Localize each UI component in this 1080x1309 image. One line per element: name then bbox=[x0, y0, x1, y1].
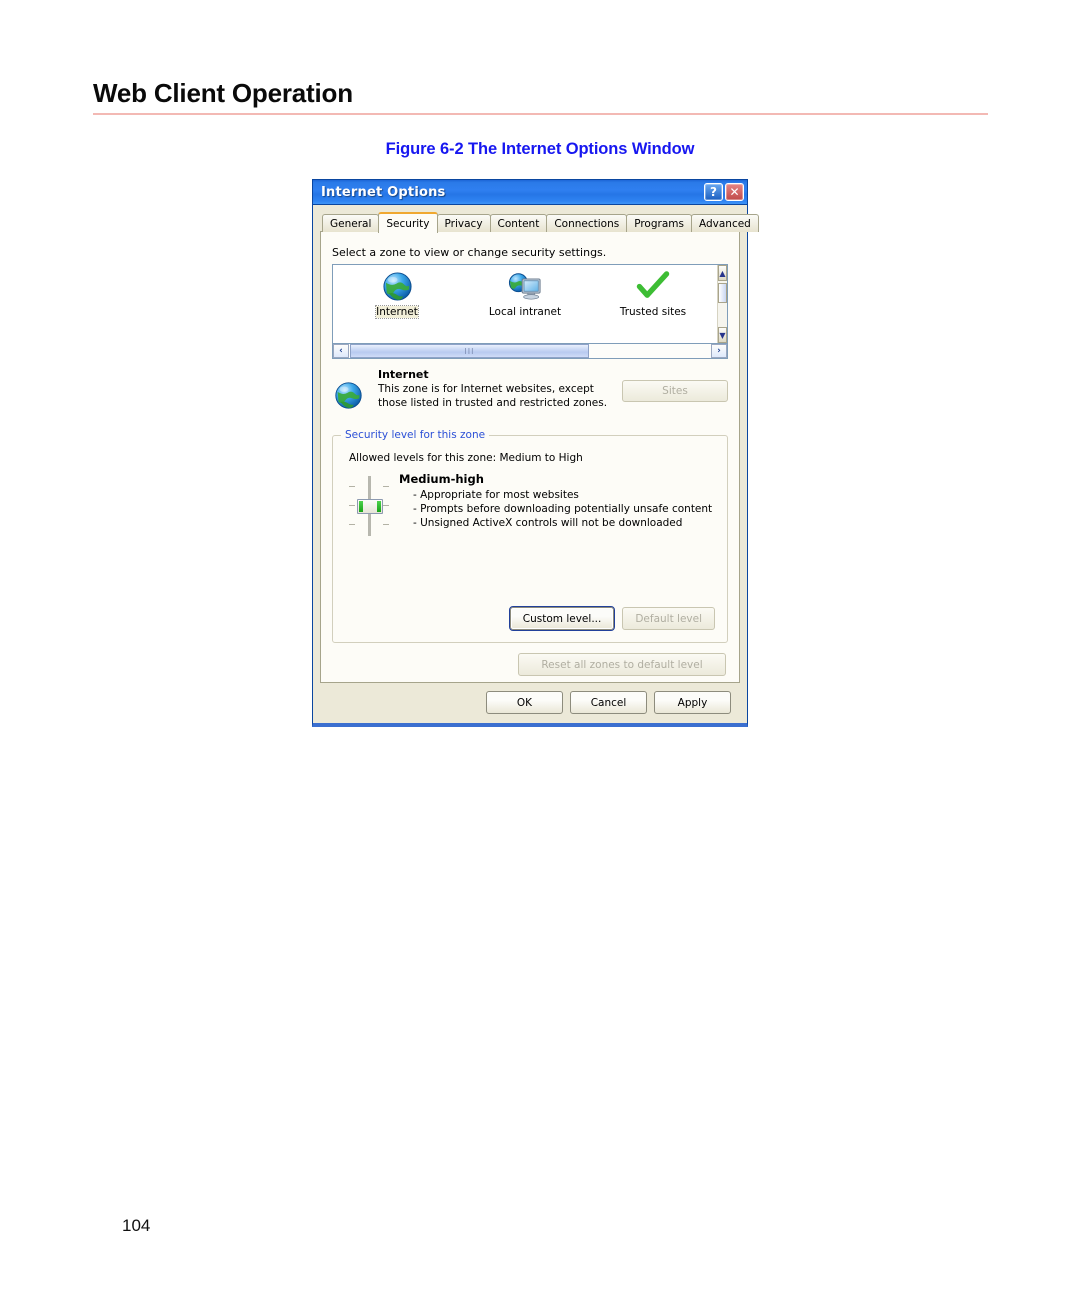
green-check-icon bbox=[636, 269, 670, 303]
tab-programs[interactable]: Programs bbox=[626, 214, 692, 232]
sites-button-label: Sites bbox=[662, 385, 688, 397]
zone-description: Internet This zone is for Internet websi… bbox=[332, 367, 728, 413]
tab-advanced[interactable]: Advanced bbox=[690, 214, 759, 232]
hscroll-thumb[interactable]: III bbox=[350, 344, 589, 358]
zone-items: Internet Local intranet Trusted sites bbox=[333, 265, 717, 343]
security-level-bullet: - Prompts before downloading potentially… bbox=[413, 503, 713, 515]
security-level-bullets: - Appropriate for most websites - Prompt… bbox=[399, 488, 717, 530]
zone-listbox[interactable]: Internet Local intranet Trusted sites ▲ … bbox=[332, 264, 728, 344]
tabstrip: General Security Privacy Content Connect… bbox=[320, 211, 759, 233]
dialog-footer: OK Cancel Apply bbox=[320, 683, 740, 714]
custom-level-button-label: Custom level... bbox=[522, 612, 602, 625]
hscroll-track[interactable]: III bbox=[349, 344, 711, 358]
reset-row: Reset all zones to default level bbox=[332, 653, 728, 676]
sites-button[interactable]: Sites bbox=[622, 380, 728, 402]
zone-label-internet: Internet bbox=[375, 305, 419, 319]
page-number: 104 bbox=[122, 1216, 151, 1235]
zone-description-body: This zone is for Internet websites, exce… bbox=[378, 383, 608, 409]
allowed-levels-label: Allowed levels for this zone: Medium to … bbox=[349, 452, 583, 464]
globe-icon bbox=[382, 269, 413, 303]
zone-item-local-intranet[interactable]: Local intranet bbox=[461, 269, 589, 318]
slider-tick bbox=[383, 486, 389, 487]
scroll-down-icon[interactable]: ▼ bbox=[718, 327, 727, 343]
slider-tick bbox=[383, 524, 389, 525]
globe-monitor-icon bbox=[508, 269, 542, 303]
ok-button[interactable]: OK bbox=[486, 691, 563, 714]
slider-thumb[interactable] bbox=[357, 499, 383, 514]
scroll-left-icon[interactable]: ‹ bbox=[333, 344, 349, 358]
default-level-button[interactable]: Default level bbox=[622, 607, 715, 630]
vscroll-track[interactable] bbox=[718, 281, 727, 327]
slider-tick bbox=[349, 486, 355, 487]
security-level-slider[interactable] bbox=[347, 472, 391, 540]
scroll-up-icon[interactable]: ▲ bbox=[718, 265, 727, 281]
slider-tick bbox=[349, 505, 355, 506]
zone-label-local-intranet: Local intranet bbox=[488, 306, 562, 318]
document-header: Web Client Operation bbox=[93, 78, 988, 115]
close-icon[interactable]: ✕ bbox=[725, 183, 744, 201]
cancel-button[interactable]: Cancel bbox=[570, 691, 647, 714]
security-tab-panel: Select a zone to view or change security… bbox=[320, 231, 740, 683]
security-level-name: Medium-high bbox=[399, 472, 484, 486]
scroll-right-icon[interactable]: › bbox=[711, 344, 727, 358]
zone-description-globe-icon bbox=[334, 367, 378, 413]
security-level-row: Medium-high - Appropriate for most websi… bbox=[343, 472, 717, 540]
security-level-buttons: Custom level... Default level bbox=[508, 606, 715, 631]
security-level-group: Security level for this zone Allowed lev… bbox=[332, 429, 728, 643]
zone-description-title: Internet bbox=[378, 368, 429, 381]
slider-tick bbox=[383, 505, 389, 506]
zone-description-text: Internet This zone is for Internet websi… bbox=[378, 367, 622, 413]
titlebar-buttons: ? ✕ bbox=[704, 183, 744, 201]
zone-horizontal-scrollbar[interactable]: ‹ III › bbox=[332, 344, 728, 359]
dialog-title: Internet Options bbox=[321, 184, 446, 200]
ok-button-label: OK bbox=[516, 696, 533, 709]
slider-tick bbox=[349, 524, 355, 525]
security-level-bullet: - Unsigned ActiveX controls will not be … bbox=[413, 517, 683, 529]
reset-all-zones-button-label: Reset all zones to default level bbox=[541, 658, 703, 671]
help-icon[interactable]: ? bbox=[704, 183, 723, 201]
tab-content[interactable]: Content bbox=[489, 214, 548, 232]
internet-options-dialog: Internet Options ? ✕ General Security Pr… bbox=[312, 179, 759, 727]
zone-vertical-scrollbar[interactable]: ▲ ▼ bbox=[717, 265, 727, 343]
tab-connections[interactable]: Connections bbox=[546, 214, 628, 232]
header-rule bbox=[93, 113, 988, 115]
zone-label-trusted-sites: Trusted sites bbox=[619, 306, 687, 318]
security-level-legend: Security level for this zone bbox=[341, 429, 490, 441]
dialog-titlebar[interactable]: Internet Options ? ✕ bbox=[313, 180, 747, 205]
tab-privacy[interactable]: Privacy bbox=[436, 214, 491, 232]
zone-item-trusted-sites[interactable]: Trusted sites bbox=[589, 269, 717, 318]
page-title: Web Client Operation bbox=[93, 78, 353, 108]
cancel-button-label: Cancel bbox=[590, 696, 627, 709]
tab-general[interactable]: General bbox=[322, 214, 380, 232]
zone-item-internet[interactable]: Internet bbox=[333, 269, 461, 319]
security-level-text: Medium-high - Appropriate for most websi… bbox=[397, 472, 717, 540]
dialog-body: General Security Privacy Content Connect… bbox=[313, 205, 759, 721]
tab-security[interactable]: Security bbox=[378, 212, 438, 233]
apply-button-label: Apply bbox=[677, 696, 708, 709]
custom-level-button[interactable]: Custom level... bbox=[508, 606, 616, 631]
default-level-button-label: Default level bbox=[635, 612, 702, 625]
vscroll-thumb[interactable] bbox=[718, 283, 727, 303]
zone-prompt-label: Select a zone to view or change security… bbox=[332, 246, 607, 259]
reset-all-zones-button[interactable]: Reset all zones to default level bbox=[518, 653, 726, 676]
figure-caption: Figure 6-2 The Internet Options Window bbox=[385, 140, 695, 158]
security-level-bullet: - Appropriate for most websites bbox=[413, 489, 579, 501]
apply-button[interactable]: Apply bbox=[654, 691, 731, 714]
